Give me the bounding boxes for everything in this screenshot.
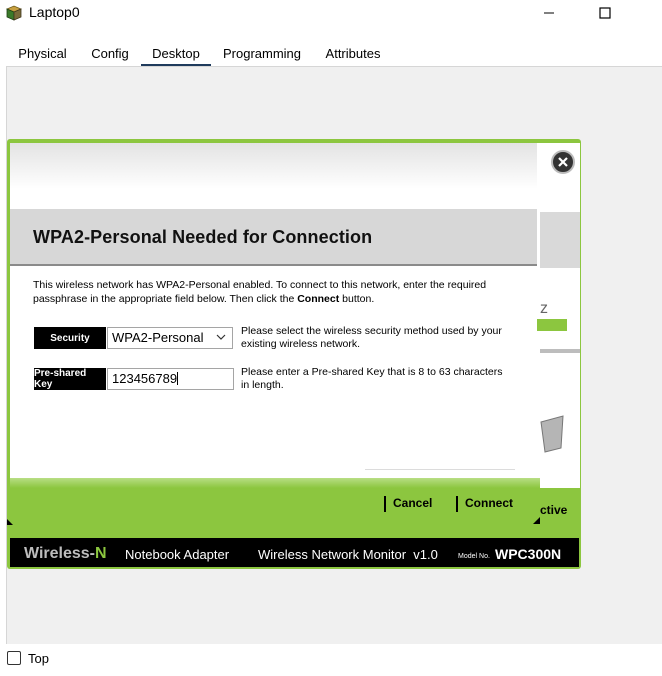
background-signal-bar: [537, 319, 567, 331]
brand-prefix: Wireless-: [24, 545, 95, 562]
background-partial-text: z: [540, 300, 548, 317]
psk-help-text: Please enter a Pre-shared Key that is 8 …: [241, 366, 503, 391]
minimize-icon: [544, 12, 554, 14]
psk-input[interactable]: 123456789: [107, 368, 234, 390]
brand-product: Notebook Adapter: [125, 547, 230, 562]
tab-config[interactable]: Config: [79, 42, 141, 66]
background-partial-status: ctive: [540, 503, 568, 517]
model-number: WPC300N: [495, 546, 562, 562]
security-selected-value: WPA2-Personal: [112, 330, 204, 345]
window-title: Laptop0: [29, 4, 80, 20]
tab-attributes[interactable]: Attributes: [313, 42, 393, 66]
resize-corner-right: [533, 517, 540, 524]
security-help-text: Please select the wireless security meth…: [241, 325, 502, 350]
close-button[interactable]: [551, 150, 575, 174]
description-emphasis: Connect: [297, 293, 340, 305]
button-separator: [456, 496, 458, 512]
top-checkbox[interactable]: [7, 651, 21, 665]
connect-button[interactable]: Connect: [465, 496, 513, 510]
close-icon: [558, 157, 568, 167]
action-bar-shade: [10, 478, 540, 488]
resize-corner-left: [7, 519, 13, 525]
dialog-top-gradient: [10, 143, 537, 209]
button-separator: [384, 496, 386, 512]
brand-suffix: N: [95, 545, 107, 562]
background-divider: [540, 349, 580, 353]
dialog-header-rule: [10, 264, 537, 266]
dialog-description: This wireless network has WPA2-Personal …: [33, 278, 503, 306]
tab-physical[interactable]: Physical: [6, 42, 79, 66]
dialog-title: WPA2-Personal Needed for Connection: [33, 227, 373, 247]
laptop-app-icon: [5, 3, 25, 23]
tab-desktop[interactable]: Desktop: [141, 42, 211, 67]
maximize-button[interactable]: [582, 0, 628, 26]
top-checkbox-label: Top: [28, 651, 49, 666]
security-label: Security: [34, 327, 106, 349]
security-select[interactable]: WPA2-Personal: [107, 327, 233, 349]
text-caret: [177, 372, 179, 385]
minimize-button[interactable]: [526, 0, 572, 26]
tab-bar: Physical Config Desktop Programming Attr…: [6, 42, 393, 67]
model-label: Model No.: [458, 553, 490, 560]
description-suffix: button.: [339, 293, 375, 305]
cancel-button[interactable]: Cancel: [393, 496, 432, 510]
dialog-divider: [365, 469, 515, 470]
background-header-strip: [540, 212, 580, 268]
tab-programming[interactable]: Programming: [211, 42, 313, 66]
brand-logo: Wireless-N: [24, 545, 107, 563]
description-text: This wireless network has WPA2-Personal …: [33, 279, 487, 305]
app-name: Wireless Network Monitor v1.0: [258, 547, 438, 562]
background-graphic-icon: [540, 415, 564, 453]
psk-value: 123456789: [112, 371, 178, 386]
psk-label: Pre-shared Key: [34, 368, 106, 390]
maximize-icon: [599, 7, 611, 19]
chevron-down-icon: [216, 334, 226, 340]
